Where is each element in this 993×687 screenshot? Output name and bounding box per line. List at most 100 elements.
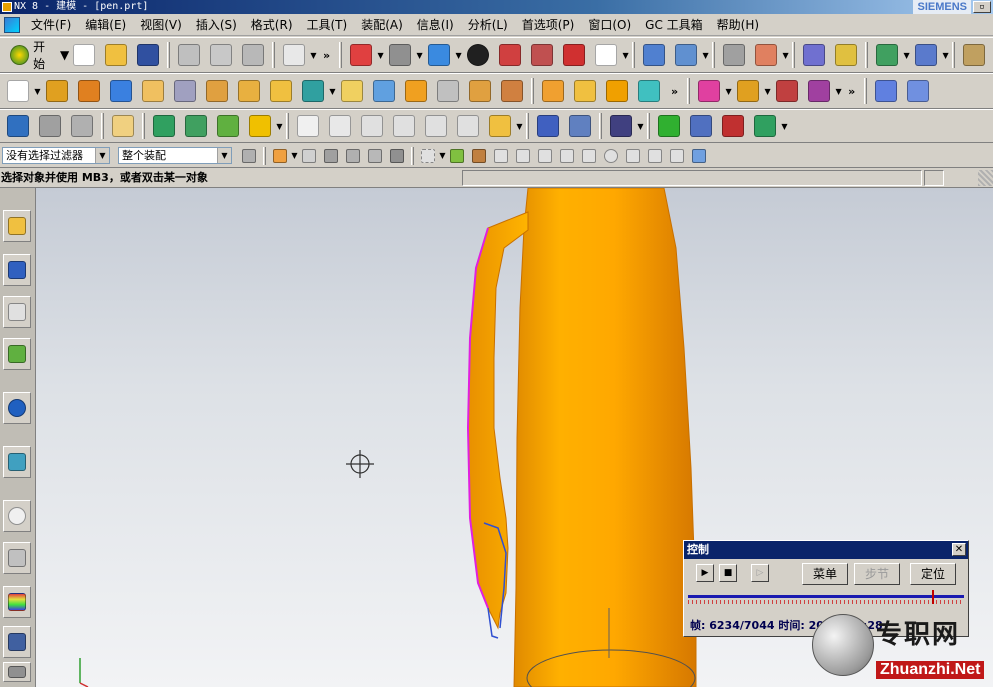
select-edges-button[interactable]	[365, 146, 385, 166]
check-os-button[interactable]	[389, 111, 419, 141]
general-selection-intent-button[interactable]	[239, 146, 259, 166]
dimension-button[interactable]	[959, 40, 989, 70]
type-filter-select[interactable]: 没有选择过滤器 ▼	[2, 147, 110, 164]
wave-button[interactable]	[750, 111, 780, 141]
chevron-down-icon[interactable]: ▼	[276, 122, 283, 131]
dialog-title-bar[interactable]: 控制 ✕	[684, 541, 968, 559]
shaded-button[interactable]	[463, 40, 493, 70]
emboss-button[interactable]	[234, 76, 264, 106]
chevron-down-icon[interactable]: ▼	[291, 151, 298, 160]
chevron-down-icon[interactable]: ▼	[702, 51, 709, 60]
snap-quadrant-button[interactable]	[579, 146, 599, 166]
toolbar-overflow-icon[interactable]: »	[842, 85, 861, 98]
undo-selection-button[interactable]	[299, 146, 319, 166]
datum-csys-button[interactable]	[751, 40, 781, 70]
timeline-slider[interactable]	[688, 595, 964, 598]
snap-button[interactable]	[872, 40, 902, 70]
revolve-button[interactable]	[74, 76, 104, 106]
replace-face-button[interactable]	[733, 76, 763, 106]
menu-preferences[interactable]: 首选项(P)	[515, 16, 582, 33]
through-curves-button[interactable]	[871, 76, 901, 106]
replace-component-button[interactable]	[245, 111, 275, 141]
sketch-button[interactable]	[3, 76, 33, 106]
menu-analysis[interactable]: 分析(L)	[461, 16, 515, 33]
roles-tab[interactable]	[3, 662, 31, 682]
batch-button[interactable]	[718, 111, 748, 141]
select-faces-button[interactable]	[343, 146, 363, 166]
save-button[interactable]	[133, 40, 163, 70]
cylinder-button[interactable]	[533, 111, 563, 141]
eraser-button[interactable]	[108, 111, 138, 141]
system-materials-tab[interactable]	[3, 542, 31, 574]
measure-button[interactable]	[799, 40, 829, 70]
reuse-library-tab[interactable]	[3, 338, 31, 370]
offset-face-button[interactable]	[538, 76, 568, 106]
mate-component-button[interactable]	[149, 111, 179, 141]
chevron-down-icon[interactable]: ▼	[377, 51, 384, 60]
draft-button[interactable]	[433, 76, 463, 106]
snap-existing-point-button[interactable]	[601, 146, 621, 166]
synchronous-move-button[interactable]	[694, 76, 724, 106]
check-oh-button[interactable]	[453, 111, 483, 141]
swept-button[interactable]	[903, 76, 933, 106]
step-forward-button[interactable]: ▷	[751, 564, 769, 582]
chevron-down-icon[interactable]: ▼	[455, 51, 462, 60]
snap-control-point-button[interactable]	[491, 146, 511, 166]
stop-button[interactable]: ■	[719, 564, 737, 582]
menu-button[interactable]: 菜单	[802, 563, 848, 585]
resize-face-button[interactable]	[804, 76, 834, 106]
chevron-down-icon[interactable]: ▼	[764, 87, 771, 96]
rendering-style-button[interactable]	[385, 40, 415, 70]
clone-button[interactable]	[686, 111, 716, 141]
undo-dropdown-icon[interactable]: ▼	[310, 51, 317, 60]
resize-grip[interactable]	[978, 170, 993, 186]
analysis-button[interactable]	[831, 40, 861, 70]
shell-button[interactable]	[337, 76, 367, 106]
menu-help[interactable]: 帮助(H)	[710, 16, 766, 33]
chevron-down-icon[interactable]: ▼	[516, 122, 523, 131]
menu-format[interactable]: 格式(R)	[244, 16, 300, 33]
snap-bounded-grid-button[interactable]	[667, 146, 687, 166]
pen-barrel[interactable]	[513, 188, 697, 687]
clip-section-button[interactable]	[559, 40, 589, 70]
move-component-button[interactable]	[639, 40, 669, 70]
wcs-button[interactable]	[671, 40, 701, 70]
chevron-down-icon[interactable]: ▼	[725, 87, 732, 96]
chevron-down-icon[interactable]: ▼	[622, 51, 629, 60]
chevron-down-icon[interactable]: ▼	[416, 51, 423, 60]
snap-on-face-button[interactable]	[645, 146, 665, 166]
snap-on-curve-button[interactable]	[623, 146, 643, 166]
hd3d-tools-tab[interactable]	[3, 392, 31, 424]
start-button[interactable]: 开始 ▼	[3, 40, 69, 71]
menu-view[interactable]: 视图(V)	[133, 16, 189, 33]
section-view-button[interactable]	[495, 40, 525, 70]
menu-tools[interactable]: 工具(T)	[300, 16, 355, 33]
boss-button[interactable]	[170, 76, 200, 106]
menu-window[interactable]: 窗口(O)	[581, 16, 638, 33]
mirror-body-button[interactable]	[634, 76, 664, 106]
spring-button[interactable]	[565, 111, 595, 141]
toolbar-overflow-icon[interactable]: »	[665, 85, 684, 98]
menu-insert[interactable]: 插入(S)	[189, 16, 244, 33]
new-component-button[interactable]	[67, 111, 97, 141]
curve-analysis-button[interactable]	[293, 111, 323, 141]
select-features-button[interactable]	[321, 146, 341, 166]
explode-button[interactable]	[213, 111, 243, 141]
snap-endpoint-button[interactable]	[447, 146, 467, 166]
wireframe-button[interactable]	[527, 40, 557, 70]
window-restore-button[interactable]: ▫	[973, 1, 991, 13]
motion-button[interactable]	[606, 111, 636, 141]
edge-blend-button[interactable]	[369, 76, 399, 106]
hole-button[interactable]	[138, 76, 168, 106]
background-button[interactable]	[591, 40, 621, 70]
play-button[interactable]: ▶	[696, 564, 714, 582]
open-button[interactable]	[101, 40, 131, 70]
chevron-down-icon[interactable]: ▼	[781, 122, 788, 131]
paste-button[interactable]	[238, 40, 268, 70]
extrude-button[interactable]	[42, 76, 72, 106]
menu-file[interactable]: 文件(F)	[24, 16, 78, 33]
undo-button[interactable]	[279, 40, 309, 70]
new-button[interactable]	[69, 40, 99, 70]
menu-information[interactable]: 信息(I)	[410, 16, 461, 33]
check-button[interactable]	[654, 111, 684, 141]
